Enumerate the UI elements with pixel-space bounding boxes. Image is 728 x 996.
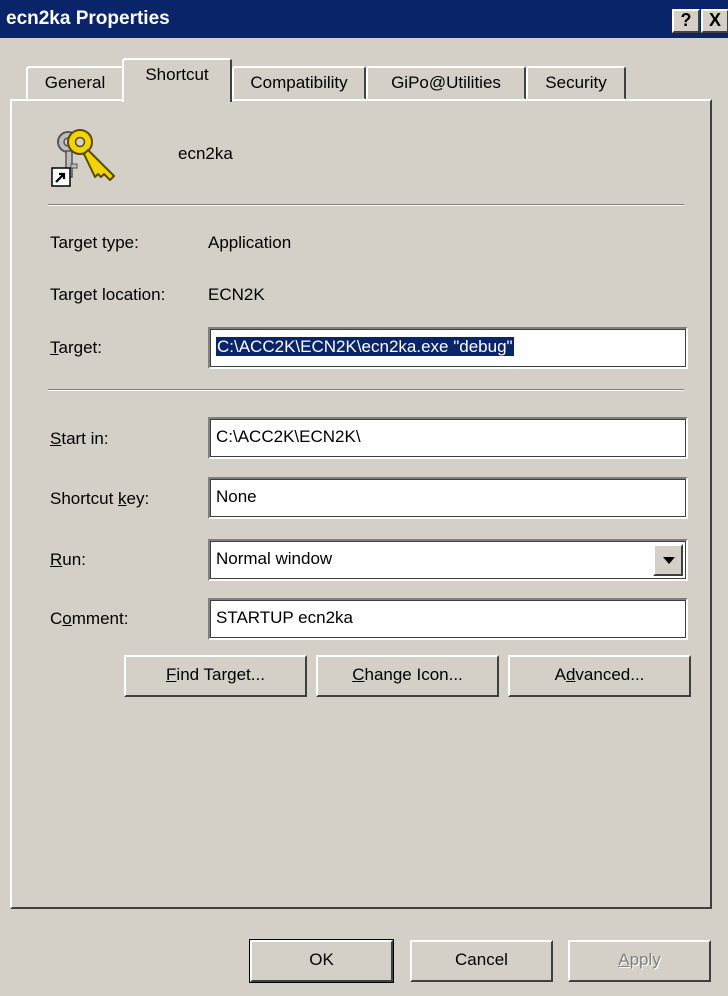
help-button[interactable]: ? [672,9,700,33]
close-button[interactable]: X [701,9,728,33]
target-type-label: Target type: [50,233,139,252]
cancel-button[interactable]: Cancel [410,940,553,982]
tab-general[interactable]: General [26,66,124,100]
start-in-label: Start in: [50,429,109,448]
comment-label: Comment: [50,609,129,628]
target-value-selected: C:\ACC2K\ECN2K\ecn2ka.exe "debug" [216,337,514,356]
tab-shortcut[interactable]: Shortcut [122,58,232,102]
separator-middle [48,389,684,391]
run-label: Run: [50,550,86,569]
run-selected-value: Normal window [216,549,333,568]
ok-button[interactable]: OK [249,939,394,983]
target-input[interactable]: C:\ACC2K\ECN2K\ecn2ka.exe "debug" [208,327,688,369]
target-location-label: Target location: [50,285,166,304]
advanced-button[interactable]: Advanced... [508,655,691,697]
shortcut-name: ecn2ka [178,144,233,163]
shortcut-keys-icon [44,124,118,190]
target-label: Target: [50,338,102,357]
change-icon-button[interactable]: Change Icon... [316,655,499,697]
window-title: ecn2ka Properties [6,8,170,29]
comment-input[interactable]: STARTUP ecn2ka [208,598,688,640]
tab-compatibility[interactable]: Compatibility [232,66,366,100]
shortcut-key-input[interactable]: None [208,477,688,519]
target-location-value: ECN2K [208,285,265,304]
start-in-input[interactable]: C:\ACC2K\ECN2K\ [208,417,688,459]
chevron-down-icon[interactable] [653,544,683,576]
shortcut-key-label: Shortcut key: [50,489,150,508]
find-target-button[interactable]: Find Target... [124,655,307,697]
run-select[interactable]: Normal window [208,539,688,581]
tab-security[interactable]: Security [526,66,626,100]
target-type-value: Application [208,233,292,252]
separator-top [48,204,684,206]
tab-gipo-utilities[interactable]: GiPo@Utilities [366,66,526,100]
apply-button[interactable]: Apply [568,940,711,982]
title-bar[interactable]: ecn2ka Properties ? X [0,0,728,38]
